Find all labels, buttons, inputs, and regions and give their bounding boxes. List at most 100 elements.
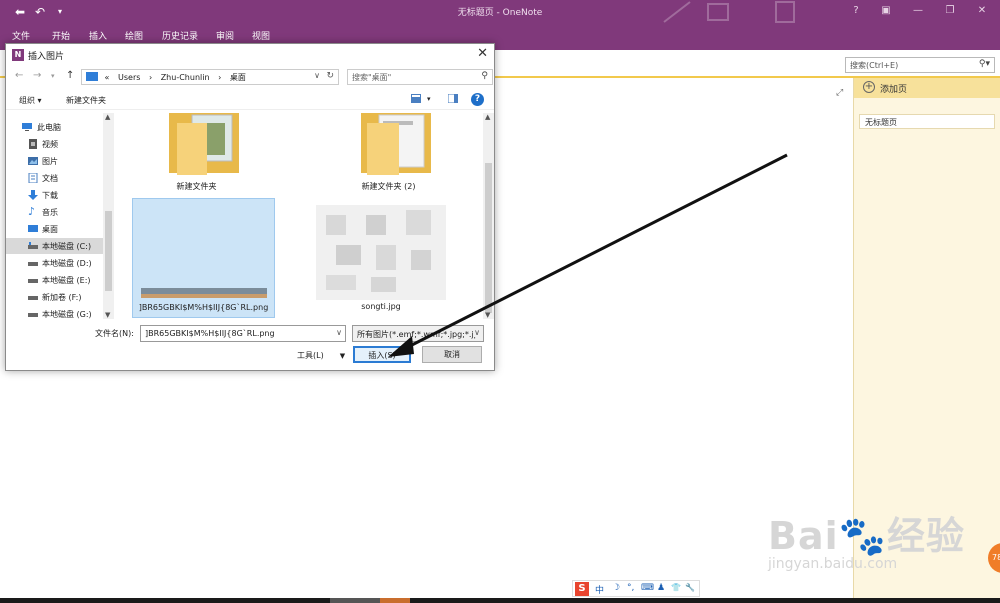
chinese-mode-icon[interactable]: 中 [595, 583, 604, 596]
file-item-image-selected[interactable]: ]BR65GBKI$M%H$IIJ{8G`RL.png [132, 198, 275, 318]
file-item-folder[interactable]: 新建文件夹 (2) [316, 113, 461, 195]
ribbon-display-icon[interactable]: ▣ [876, 3, 896, 19]
tab-history[interactable]: 历史记录 [162, 29, 198, 42]
nav-item-videos[interactable]: 视频 [6, 136, 103, 152]
refresh-icon[interactable]: ↻ [326, 71, 334, 81]
drive-icon [28, 262, 38, 266]
minimize-icon[interactable]: — [908, 3, 928, 19]
nav-item-drive-d[interactable]: 本地磁盘 (D:) [6, 255, 103, 271]
nav-item-label: 桌面 [42, 225, 58, 234]
nav-item-pictures[interactable]: 图片 [6, 153, 103, 169]
organize-button[interactable]: 组织 ▾ [19, 95, 42, 106]
file-list: 新建文件夹 新建文件夹 (2) ]BR65GBKI$M%H$IIJ{8G`RL.… [116, 113, 483, 319]
download-icon [28, 190, 38, 200]
scroll-thumb[interactable] [105, 211, 112, 291]
nav-item-drive-e[interactable]: 本地磁盘 (E:) [6, 272, 103, 288]
tools-label: 工具(L) [297, 351, 324, 360]
chevron-down-icon[interactable]: ∨ [474, 328, 480, 337]
watermark: Bai🐾经验 jingyan.baidu.com [768, 505, 965, 572]
new-folder-button[interactable]: 新建文件夹 [66, 95, 106, 106]
breadcrumb-separator[interactable]: › [149, 73, 152, 82]
help-icon[interactable]: ? [846, 3, 866, 19]
tab-view[interactable]: 视图 [252, 29, 270, 42]
punctuation-icon[interactable]: °, [627, 583, 634, 593]
folder-thumbnail-icon [168, 113, 239, 175]
file-item-folder[interactable]: 新建文件夹 [124, 113, 269, 195]
keyboard-icon[interactable]: ⌨ [641, 583, 654, 593]
file-name: ]BR65GBKI$M%H$IIJ{8G`RL.png [138, 303, 269, 312]
nav-item-drive-c[interactable]: 本地磁盘 (C:) [6, 238, 103, 254]
folder-search-input[interactable]: 搜索"桌面" ⚲ [347, 69, 493, 85]
filetype-select[interactable]: 所有图片(*.emf;*.wmf;*.jpg;*.jp ∨ [352, 325, 484, 342]
notebook-search-input[interactable]: 搜索(Ctrl+E) ⚲▾ [845, 57, 995, 73]
tab-review[interactable]: 审阅 [216, 29, 234, 42]
nav-item-documents[interactable]: 文档 [6, 170, 103, 186]
taskbar-item[interactable] [380, 598, 410, 603]
back-arrow-icon[interactable]: ← [15, 70, 23, 81]
folder-icon [86, 72, 98, 81]
taskbar-item[interactable] [330, 598, 380, 603]
wrench-icon[interactable]: 🔧 [685, 583, 695, 592]
document-icon [28, 173, 38, 183]
add-page-button[interactable]: + 添加页 [854, 78, 1000, 98]
scroll-thumb[interactable] [485, 163, 492, 313]
folder-thumbnail-icon [360, 113, 431, 175]
preview-pane-icon[interactable] [448, 94, 458, 103]
nav-item-downloads[interactable]: 下载 [6, 187, 103, 203]
tab-home[interactable]: 开始 [52, 29, 70, 42]
nav-item-desktop[interactable]: 桌面 [6, 221, 103, 237]
breadcrumb-user[interactable]: Zhu-Chunlin [161, 73, 210, 82]
view-dropdown-icon[interactable]: ▾ [427, 95, 431, 103]
skin-icon[interactable]: 👕 [671, 583, 681, 592]
moon-icon[interactable]: ☽ [612, 583, 620, 593]
recent-dropdown-icon[interactable]: ▾ [51, 72, 55, 80]
drive-icon [28, 296, 38, 300]
breadcrumb-desktop[interactable]: 桌面 [230, 73, 246, 82]
help-icon[interactable]: ? [471, 93, 484, 106]
file-item-image[interactable]: songti.jpg [311, 205, 451, 317]
decorative-notebook-icon [775, 1, 795, 23]
desktop-icon [28, 225, 38, 232]
cancel-button[interactable]: 取消 [422, 346, 482, 363]
nav-scrollbar[interactable]: ▲ ▼ [103, 113, 114, 319]
nav-item-drive-g[interactable]: 本地磁盘 (G:) [6, 306, 103, 319]
forward-arrow-icon[interactable]: → [33, 70, 41, 81]
folder-search-placeholder: 搜索"桌面" [352, 73, 392, 82]
breadcrumb-users[interactable]: Users [118, 73, 140, 82]
breadcrumb-separator[interactable]: › [218, 73, 221, 82]
tab-insert[interactable]: 插入 [89, 29, 107, 42]
full-page-view-icon[interactable]: ⤢ [836, 88, 843, 98]
watermark-main: Bai🐾经验 [768, 514, 965, 558]
user-icon[interactable]: ♟ [657, 583, 665, 593]
chevron-down-icon[interactable]: ∨ [336, 328, 342, 337]
file-name: 新建文件夹 [176, 182, 217, 191]
nav-item-music[interactable]: ♪ 音乐 [6, 204, 103, 220]
file-list-scrollbar[interactable]: ▲ ▼ [483, 113, 494, 319]
up-arrow-icon[interactable]: ↑ [66, 70, 74, 81]
nav-item-this-pc[interactable]: 此电脑 [6, 119, 103, 135]
search-icon[interactable]: ⚲ [481, 71, 488, 81]
decorative-pen-icon [663, 1, 691, 23]
close-window-icon[interactable]: ✕ [972, 3, 992, 19]
scroll-down-icon[interactable]: ▼ [485, 311, 490, 319]
breadcrumb-overflow[interactable]: « [105, 73, 110, 82]
restore-icon[interactable]: ❐ [940, 3, 960, 19]
tab-file[interactable]: 文件 [12, 29, 30, 42]
breadcrumb[interactable]: « Users › Zhu-Chunlin › 桌面 ∨ ↻ [81, 69, 339, 85]
chevron-down-icon[interactable]: ∨ [314, 71, 320, 80]
filename-input[interactable]: ]BR65GBKI$M%H$IIJ{8G`RL.png ∨ [140, 325, 346, 342]
scroll-down-icon[interactable]: ▼ [105, 311, 110, 319]
scroll-up-icon[interactable]: ▲ [485, 113, 490, 121]
insert-button[interactable]: 插入(S) [353, 346, 411, 363]
page-item[interactable]: 无标题页 [859, 114, 995, 129]
sogou-logo-icon[interactable]: S [575, 582, 589, 596]
tab-draw[interactable]: 绘图 [125, 29, 143, 42]
scroll-up-icon[interactable]: ▲ [105, 113, 110, 121]
nav-item-drive-f[interactable]: 新加卷 (F:) [6, 289, 103, 305]
tools-button[interactable]: 工具(L) ▼ [297, 350, 345, 361]
dialog-close-icon[interactable]: ✕ [477, 46, 488, 61]
search-icon[interactable]: ⚲▾ [979, 59, 990, 69]
view-mode-icon[interactable] [411, 94, 421, 103]
navigation-pane: 此电脑 视频 图片 文档 下载 ♪ 音乐 桌面 本地磁盘 (C:) 本地磁盘 (… [6, 113, 114, 319]
onenote-logo-icon: N [12, 49, 24, 61]
